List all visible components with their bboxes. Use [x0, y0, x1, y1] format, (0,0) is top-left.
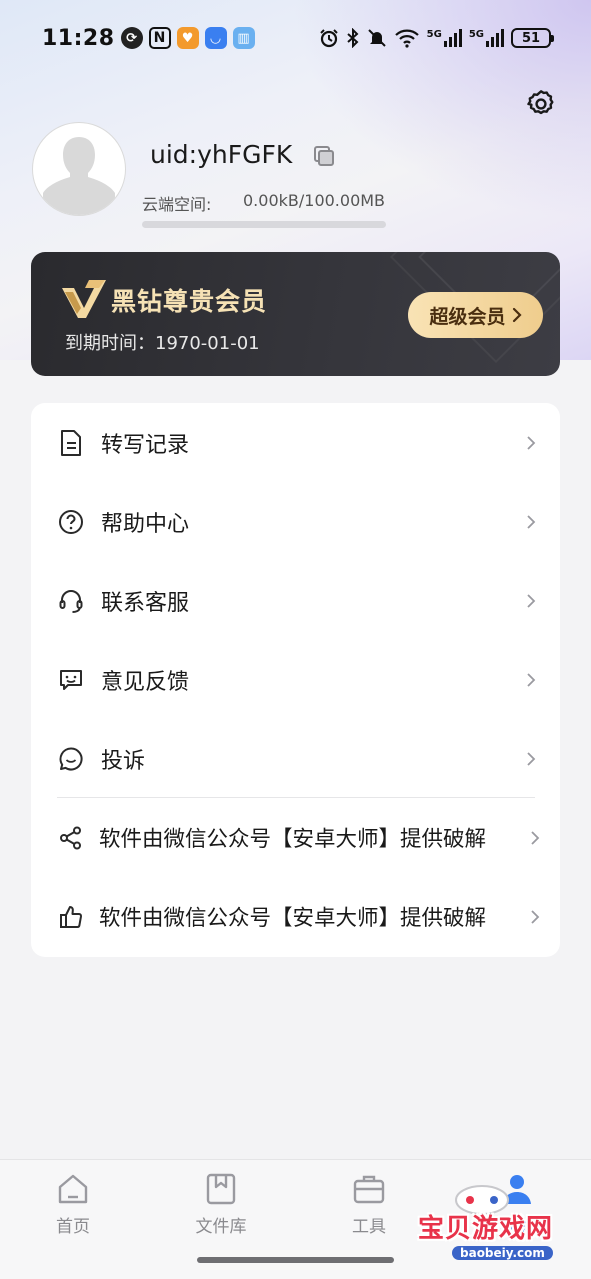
- watermark-text: 宝贝游戏网: [418, 1214, 554, 1244]
- menu-item-help-center[interactable]: 帮助中心: [31, 482, 560, 561]
- super-member-button[interactable]: 超级会员: [408, 292, 543, 338]
- menu-item-label: 意见反馈: [101, 669, 190, 695]
- vip-card[interactable]: 黑钻尊贵会员 到期时间：1970-01-01 超级会员: [31, 252, 560, 376]
- chevron-right-icon: [524, 514, 538, 529]
- alarm-icon: [319, 29, 338, 48]
- super-member-label: 超级会员: [429, 305, 506, 328]
- network-label-1: 5G: [426, 29, 442, 40]
- nfc-icon: N: [148, 27, 171, 49]
- watermark: 宝贝游戏网 baobeiy.com: [412, 1180, 564, 1270]
- nav-label: 文件库: [195, 1217, 247, 1237]
- wifi-icon: [394, 29, 419, 48]
- bluetooth-icon: [346, 28, 359, 48]
- menu-item-transcription-records[interactable]: 转写记录: [31, 403, 560, 482]
- reader-app-icon: ▥: [232, 27, 255, 49]
- menu-item-contact-support[interactable]: 联系客服: [31, 561, 560, 640]
- menu-item-label: 帮助中心: [101, 511, 190, 537]
- help-circle-icon: [57, 508, 85, 536]
- battery-indicator: 51: [511, 28, 554, 48]
- menu-card: 转写记录 帮助中心 联系客服 意见反馈 投诉 软件由微信公众号【安卓大师】提供破…: [31, 403, 560, 957]
- vip-title: 黑钻尊贵会员: [111, 287, 268, 316]
- copy-icon: [314, 146, 334, 166]
- avatar[interactable]: [32, 122, 126, 216]
- signal-5g-icon-2: 5G: [469, 29, 504, 47]
- storage-value: 0.00kB/100.00MB: [243, 191, 386, 210]
- share-icon: [57, 824, 85, 852]
- storage-label: 云端空间:: [142, 195, 212, 214]
- menu-item-label: 投诉: [101, 748, 146, 774]
- menu-item-label: 联系客服: [101, 590, 190, 616]
- status-bar: 11:28 ⟳ N ♥ ◡ ▥ 5G 5G 51: [0, 0, 591, 76]
- watermark-url: baobeiy.com: [452, 1246, 553, 1260]
- nav-label: 首页: [56, 1217, 90, 1237]
- alarm-sync-icon: ⟳: [120, 27, 143, 49]
- chevron-right-icon: [524, 672, 538, 687]
- status-time: 11:28: [42, 25, 115, 51]
- menu-item-label: 转写记录: [101, 432, 190, 458]
- thumbs-up-icon: [57, 903, 85, 931]
- home-indicator[interactable]: [197, 1257, 394, 1263]
- feedback-icon: [57, 666, 85, 694]
- copy-uid-button[interactable]: [312, 144, 336, 168]
- menu-item-complaint[interactable]: 投诉: [31, 719, 560, 798]
- chevron-right-icon: [528, 909, 542, 924]
- nav-label: 工具: [352, 1217, 386, 1237]
- briefcase-icon: [350, 1170, 388, 1208]
- default-avatar-icon: [43, 137, 115, 215]
- network-label-2: 5G: [468, 29, 484, 40]
- bookmark-book-icon: [202, 1170, 240, 1208]
- menu-item-share[interactable]: 软件由微信公众号【安卓大师】提供破解: [31, 798, 560, 877]
- honor-app-icon: ◡: [204, 27, 227, 49]
- health-app-icon: ♥: [176, 27, 199, 49]
- gear-icon: [527, 90, 554, 115]
- vip-expiry: 到期时间：1970-01-01: [65, 333, 260, 354]
- settings-button[interactable]: [522, 85, 560, 123]
- status-left: 11:28 ⟳ N ♥ ◡ ▥: [42, 26, 255, 51]
- signal-5g-icon: 5G: [427, 29, 462, 47]
- chevron-right-icon: [512, 307, 522, 323]
- document-icon: [57, 429, 85, 457]
- menu-item-like[interactable]: 软件由微信公众号【安卓大师】提供破解: [31, 877, 560, 956]
- mute-icon: [367, 29, 386, 47]
- nav-item-file-library[interactable]: 文件库: [171, 1170, 271, 1237]
- nav-item-home[interactable]: 首页: [23, 1170, 123, 1237]
- chevron-right-icon: [524, 593, 538, 608]
- user-id: uid:yhFGFK: [150, 140, 293, 169]
- vip-badge-icon: [62, 280, 106, 318]
- chevron-right-icon: [524, 435, 538, 450]
- menu-item-label: 软件由微信公众号【安卓大师】提供破解: [99, 827, 487, 852]
- storage-progress-bar: [142, 221, 386, 228]
- menu-item-label: 软件由微信公众号【安卓大师】提供破解: [99, 906, 487, 931]
- status-right: 5G 5G 51: [319, 28, 554, 48]
- chevron-right-icon: [524, 751, 538, 766]
- headset-icon: [57, 587, 85, 615]
- complaint-icon: [57, 745, 85, 773]
- chevron-right-icon: [528, 830, 542, 845]
- home-icon: [54, 1170, 92, 1208]
- nav-item-tools[interactable]: 工具: [319, 1170, 419, 1237]
- menu-item-feedback[interactable]: 意见反馈: [31, 640, 560, 719]
